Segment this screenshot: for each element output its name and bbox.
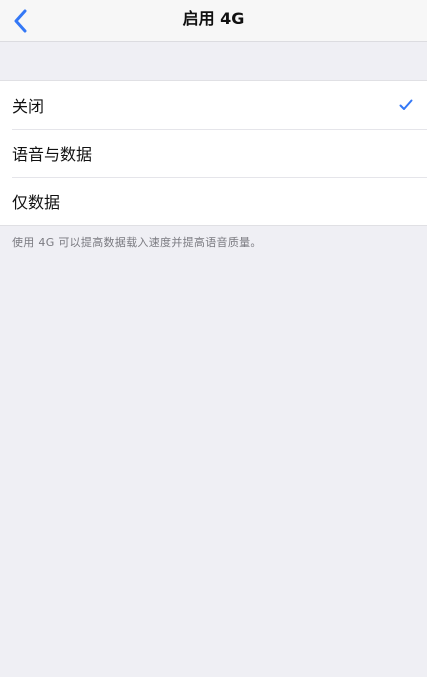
footer-note: 使用 4G 可以提高数据载入速度并提高语音质量。 (12, 236, 262, 249)
lte-options-list: 关闭 语音与数据 仅数据 (0, 80, 427, 226)
option-data-only[interactable]: 仅数据 (0, 177, 427, 225)
back-button[interactable] (0, 0, 40, 42)
navigation-bar: 启用 4G (0, 0, 427, 42)
option-label: 语音与数据 (12, 145, 93, 164)
checkmark-icon (399, 99, 413, 110)
option-label: 仅数据 (12, 193, 61, 212)
option-off[interactable]: 关闭 (0, 81, 427, 129)
option-label: 关闭 (12, 97, 45, 116)
page-title: 启用 4G (182, 9, 245, 28)
option-voice-and-data[interactable]: 语音与数据 (0, 129, 427, 177)
chevron-left-icon (14, 9, 27, 33)
